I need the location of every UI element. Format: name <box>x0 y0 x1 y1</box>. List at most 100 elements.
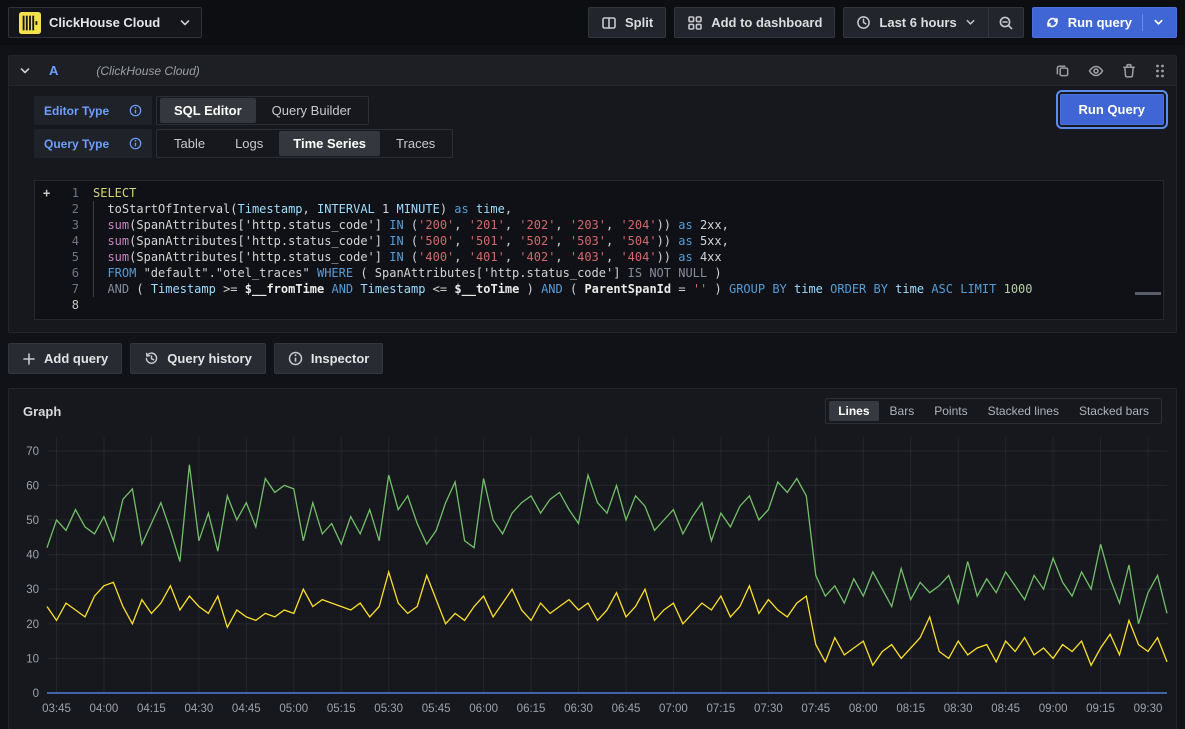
code-line: +1SELECT <box>35 185 1163 201</box>
editor-hscrollbar[interactable] <box>1135 292 1161 295</box>
datasource-name: ClickHouse Cloud <box>49 15 160 30</box>
svg-text:08:00: 08:00 <box>849 703 878 715</box>
duplicate-query-icon[interactable] <box>1055 63 1070 78</box>
svg-text:30: 30 <box>26 584 39 596</box>
query-ref-id: A <box>49 63 58 78</box>
code-line: 4 sum(SpanAttributes['http.status_code']… <box>35 233 1163 249</box>
query-editor-body: Editor Type SQL EditorQuery Builder Quer… <box>9 86 1176 172</box>
svg-text:04:45: 04:45 <box>232 703 261 715</box>
code-line: 6 FROM "default"."otel_traces" WHERE ( S… <box>35 265 1163 281</box>
time-series-chart[interactable]: 0 10 20 30 40 50 60 70 03:45 04:00 04:15 04:30 04:45… <box>19 425 1166 728</box>
info-icon[interactable] <box>129 137 142 150</box>
code-line: 3 sum(SpanAttributes['http.status_code']… <box>35 217 1163 233</box>
svg-text:04:30: 04:30 <box>184 703 213 715</box>
svg-text:04:15: 04:15 <box>137 703 166 715</box>
explore-toolbar: ClickHouse Cloud Split Add to dashboard <box>0 0 1185 45</box>
code-line: 7 AND ( Timestamp >= $__fromTime AND Tim… <box>35 281 1163 297</box>
svg-text:07:45: 07:45 <box>801 703 830 715</box>
query-row-panel: A (ClickHouse Cloud) Editor Type <box>8 55 1177 333</box>
svg-text:07:15: 07:15 <box>707 703 736 715</box>
toolbar-actions: Split Add to dashboard Last 6 hours <box>588 7 1177 38</box>
editor-type-label: Editor Type <box>34 96 152 125</box>
query-row-header[interactable]: A (ClickHouse Cloud) <box>9 56 1176 86</box>
svg-text:04:00: 04:00 <box>90 703 119 715</box>
code-line: 2 toStartOfInterval(Timestamp, INTERVAL … <box>35 201 1163 217</box>
graph-style-radio-group: LinesBarsPointsStacked linesStacked bars <box>825 398 1162 424</box>
split-icon <box>601 15 617 31</box>
option-table[interactable]: Table <box>160 131 219 156</box>
clock-icon <box>856 15 871 30</box>
svg-text:0: 0 <box>33 688 39 700</box>
option-bars[interactable]: Bars <box>881 401 924 421</box>
svg-text:40: 40 <box>26 550 39 562</box>
chevron-down-icon <box>179 17 191 29</box>
clickhouse-logo-icon <box>19 12 41 34</box>
info-icon <box>288 351 303 366</box>
split-button[interactable]: Split <box>588 7 666 38</box>
explore-secondary-actions: Add query Query history Inspector <box>8 343 1177 374</box>
option-points[interactable]: Points <box>925 401 976 421</box>
svg-text:07:00: 07:00 <box>659 703 688 715</box>
option-stacked-bars[interactable]: Stacked bars <box>1070 401 1158 421</box>
query-type-label: Query Type <box>34 129 152 158</box>
svg-text:10: 10 <box>26 653 39 665</box>
chevron-down-icon <box>1153 17 1164 28</box>
option-time-series[interactable]: Time Series <box>279 131 380 156</box>
remove-query-trash-icon[interactable] <box>1122 63 1136 78</box>
svg-text:03:45: 03:45 <box>42 703 71 715</box>
svg-text:60: 60 <box>26 480 39 492</box>
graph-panel: Graph LinesBarsPointsStacked linesStacke… <box>8 388 1177 729</box>
sql-code-editor[interactable]: +1SELECT2 toStartOfInterval(Timestamp, I… <box>34 180 1164 320</box>
option-logs[interactable]: Logs <box>221 131 277 156</box>
zoom-out-button[interactable] <box>989 7 1024 38</box>
add-to-dashboard-icon <box>687 15 703 31</box>
add-query-button[interactable]: Add query <box>8 343 122 374</box>
svg-text:05:00: 05:00 <box>279 703 308 715</box>
chevron-down-icon <box>965 17 976 28</box>
run-query-panel-button[interactable]: Run Query <box>1060 94 1164 125</box>
svg-text:09:15: 09:15 <box>1086 703 1115 715</box>
history-icon <box>144 351 159 366</box>
svg-text:08:15: 08:15 <box>896 703 925 715</box>
svg-text:05:15: 05:15 <box>327 703 356 715</box>
info-icon[interactable] <box>129 104 142 117</box>
query-history-button[interactable]: Query history <box>130 343 266 374</box>
datasource-picker[interactable]: ClickHouse Cloud <box>8 7 202 38</box>
svg-text:50: 50 <box>26 515 39 527</box>
run-query-button[interactable]: Run query <box>1032 7 1177 38</box>
option-stacked-lines[interactable]: Stacked lines <box>979 401 1068 421</box>
svg-text:06:00: 06:00 <box>469 703 498 715</box>
svg-text:20: 20 <box>26 619 39 631</box>
svg-text:05:30: 05:30 <box>374 703 403 715</box>
inspector-button[interactable]: Inspector <box>274 343 384 374</box>
add-to-dashboard-button[interactable]: Add to dashboard <box>674 7 835 38</box>
svg-text:06:30: 06:30 <box>564 703 593 715</box>
svg-text:70: 70 <box>26 446 39 458</box>
svg-text:05:45: 05:45 <box>422 703 451 715</box>
drag-handle-icon[interactable] <box>1154 63 1166 79</box>
time-range-picker[interactable]: Last 6 hours <box>843 7 988 38</box>
sync-icon <box>1045 15 1060 30</box>
svg-text:06:45: 06:45 <box>612 703 641 715</box>
svg-text:08:45: 08:45 <box>991 703 1020 715</box>
svg-text:06:15: 06:15 <box>517 703 546 715</box>
code-line: 8 <box>35 297 1163 313</box>
collapse-chevron-icon[interactable] <box>19 65 31 77</box>
hide-response-eye-icon[interactable] <box>1088 63 1104 79</box>
add-line-icon[interactable]: + <box>35 185 50 201</box>
option-lines[interactable]: Lines <box>829 401 878 421</box>
option-traces[interactable]: Traces <box>382 131 449 156</box>
sql-code: +1SELECT2 toStartOfInterval(Timestamp, I… <box>35 185 1163 313</box>
time-controls: Last 6 hours <box>843 7 1023 38</box>
zoom-out-icon <box>998 15 1014 31</box>
svg-text:08:30: 08:30 <box>944 703 973 715</box>
query-datasource-hint: (ClickHouse Cloud) <box>96 64 199 78</box>
option-sql-editor[interactable]: SQL Editor <box>160 98 256 123</box>
svg-text:07:30: 07:30 <box>754 703 783 715</box>
option-query-builder[interactable]: Query Builder <box>258 98 365 123</box>
query-type-radio-group: TableLogsTime SeriesTraces <box>156 129 453 158</box>
svg-text:09:30: 09:30 <box>1134 703 1163 715</box>
editor-type-radio-group: SQL EditorQuery Builder <box>156 96 369 125</box>
graph-panel-title: Graph <box>23 404 61 419</box>
code-line: 5 sum(SpanAttributes['http.status_code']… <box>35 249 1163 265</box>
